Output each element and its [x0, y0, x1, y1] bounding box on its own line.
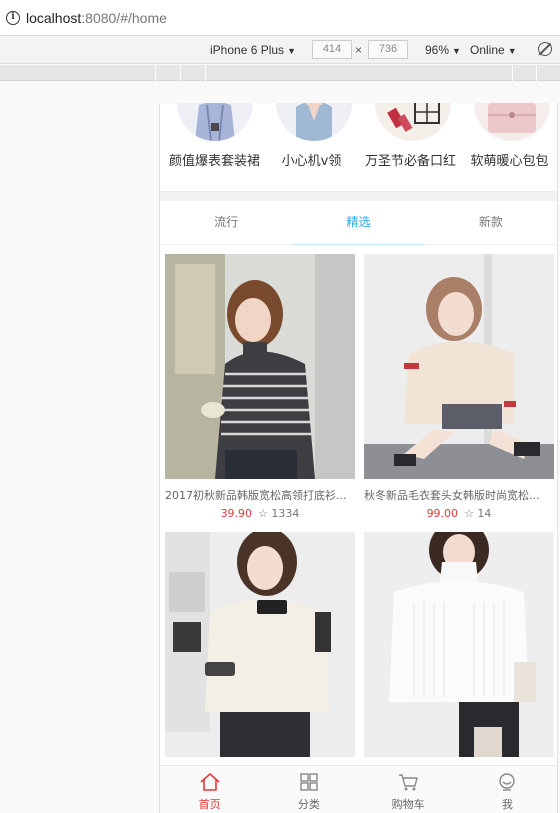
tabbar-label: 购物车 — [391, 798, 425, 811]
url-host: localhost — [26, 9, 82, 26]
category-icon — [300, 773, 318, 791]
category-item[interactable]: 小心机v领 — [259, 103, 358, 191]
product-meta: 39.90 ☆ 1334 — [165, 507, 355, 520]
tabbar-profile[interactable]: 我 — [458, 766, 557, 813]
category-image — [375, 103, 451, 141]
category-image — [474, 103, 550, 141]
category-image — [276, 103, 352, 141]
width-input[interactable]: 414 — [312, 40, 352, 59]
zoom-select[interactable]: 96% ▼ — [425, 43, 461, 57]
url-path: :8080/#/home — [81, 9, 167, 26]
category-image — [177, 103, 253, 141]
product-title: 2017初秋新品韩版宽松高领打底衫... — [165, 489, 347, 502]
product-image — [165, 532, 355, 757]
info-icon[interactable]: i — [6, 10, 20, 25]
tabbar-cart[interactable]: 购物车 — [359, 766, 458, 813]
bottom-tab-bar: 首页 分类 购物车 我 — [160, 765, 557, 813]
product-card[interactable]: 2017初秋新品韩版宽松高领打底衫... 39.90 ☆ 1334 — [165, 254, 355, 520]
cart-icon — [399, 774, 418, 791]
network-value: Online — [470, 43, 505, 57]
chevron-down-icon: ▼ — [287, 46, 296, 56]
home-icon — [200, 773, 220, 791]
category-item[interactable]: 万圣节必备口红 — [358, 103, 457, 191]
category-label: 万圣节必备口红 — [364, 154, 456, 169]
url-field[interactable]: localhost:8080/#/home — [26, 10, 167, 26]
category-label: 软萌暖心包包 — [470, 154, 549, 169]
times-sign: × — [355, 43, 363, 57]
chevron-down-icon: ▼ — [507, 46, 517, 56]
device-select[interactable]: iPhone 6 Plus ▼ — [210, 43, 296, 57]
browser-address-bar: i localhost:8080/#/home — [0, 0, 560, 36]
category-label: 小心机v领 — [281, 154, 342, 169]
product-title: 秋冬新品毛衣套头女韩版时尚宽松... — [364, 489, 540, 502]
tab-new[interactable]: 新款 — [425, 201, 557, 244]
tab-popular[interactable]: 流行 — [160, 201, 292, 244]
category-label: 颜值爆表套装裙 — [168, 154, 260, 169]
product-favs: ☆ 14 — [464, 507, 492, 520]
active-tab-indicator — [293, 244, 425, 245]
product-price: 39.90 — [220, 507, 253, 520]
media-query-ruler[interactable] — [0, 65, 560, 81]
product-price: 99.00 — [426, 507, 459, 520]
category-row: 颜值爆表套装裙 小心机v领 万圣节必备口红 软萌暖心包包 — [160, 103, 557, 191]
product-meta: 99.00 ☆ 14 — [364, 507, 554, 520]
tab-selected[interactable]: 精选 — [292, 201, 424, 244]
tabbar-label: 我 — [501, 798, 513, 811]
zoom-value: 96% — [425, 43, 450, 57]
tabbar-label: 首页 — [198, 798, 221, 811]
tabbar-label: 分类 — [297, 798, 320, 811]
height-input[interactable]: 736 — [368, 40, 408, 59]
category-item[interactable]: 颜值爆表套装裙 — [160, 103, 260, 191]
chevron-down-icon: ▼ — [452, 46, 461, 56]
tab-control: 流行 精选 新款 — [160, 201, 557, 245]
product-image — [165, 254, 355, 479]
device-name: iPhone 6 Plus — [210, 43, 285, 57]
network-throttle-select[interactable]: Online ▼ — [470, 43, 517, 57]
tabbar-category[interactable]: 分类 — [259, 766, 358, 813]
section-divider — [160, 191, 557, 201]
category-item[interactable]: 软萌暖心包包 — [457, 103, 556, 191]
product-card[interactable] — [165, 532, 355, 765]
product-image — [364, 532, 554, 757]
profile-icon — [499, 773, 516, 791]
product-card[interactable]: 秋冬新品毛衣套头女韩版时尚宽松... 99.00 ☆ 14 — [364, 254, 554, 520]
product-favs: ☆ 1334 — [258, 507, 300, 520]
product-card[interactable] — [364, 532, 554, 765]
device-viewport: 颜值爆表套装裙 小心机v领 万圣节必备口红 软萌暖心包包 流行 精选 新款 20… — [159, 103, 558, 813]
device-toolbar: iPhone 6 Plus ▼ 414 × 736 96% ▼ Online ▼ — [0, 36, 560, 64]
tabbar-home[interactable]: 首页 — [160, 766, 259, 813]
rotate-icon[interactable] — [538, 42, 552, 56]
product-image — [364, 254, 554, 479]
